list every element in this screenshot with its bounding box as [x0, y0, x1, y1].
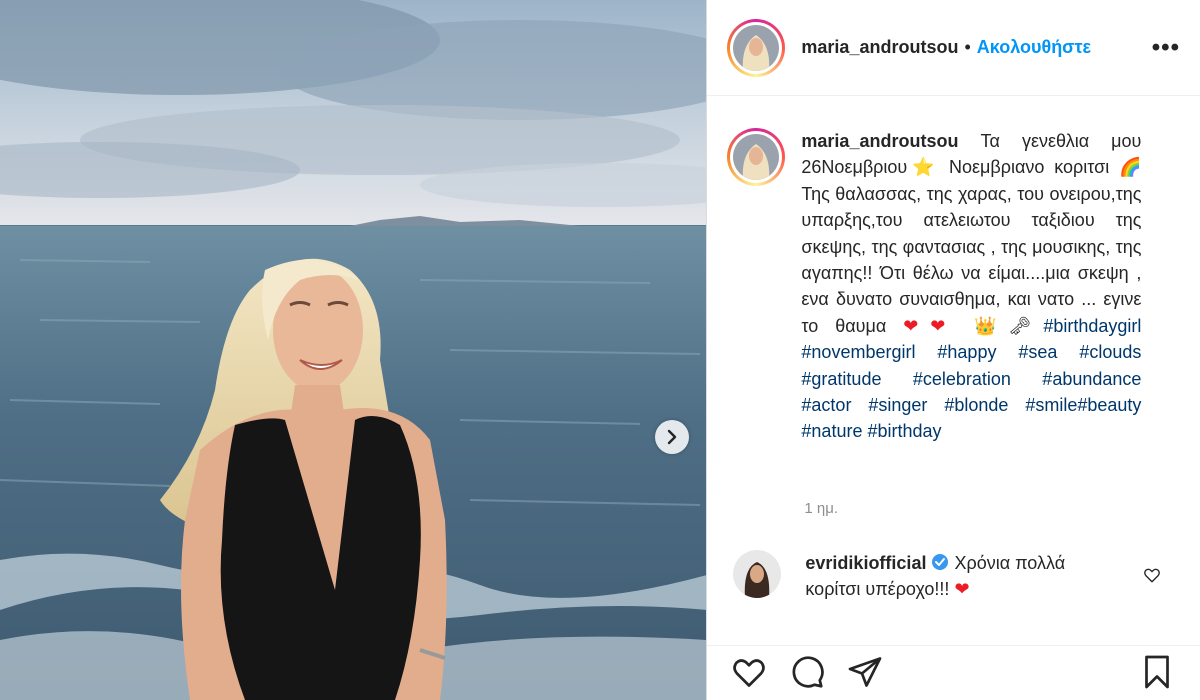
post-header: maria_androutsou • Ακολουθήστε •••: [707, 0, 1200, 96]
caption-text: maria_androutsou Τα γενεθλια μου 26Νοεμβ…: [801, 128, 1141, 445]
chevron-right-icon: [667, 429, 677, 445]
caption-line-2: Νοεμβριανο κοριτσι: [949, 157, 1110, 178]
beach-photo-illustration: [0, 0, 707, 700]
key-emoji: 🗝: [1008, 315, 1044, 336]
instagram-post: maria_androutsou • Ακολουθήστε ••• maria…: [0, 0, 1200, 700]
heart-outline-icon[interactable]: [731, 654, 767, 690]
caption-line-3: Της θαλασσας, της χαρας, του ονειρου,της…: [801, 183, 1142, 336]
comment-item: evridikiofficial Χρόνια πολλά κορίτσι υπ…: [733, 550, 1173, 602]
caption-avatar-story-ring[interactable]: [727, 128, 786, 186]
post-caption: maria_androutsou Τα γενεθλια μου 26Νοεμβ…: [727, 128, 1187, 445]
post-actions-bar: [707, 645, 1200, 700]
caption-username[interactable]: maria_androutsou: [801, 131, 958, 151]
post-photo[interactable]: [0, 0, 707, 700]
rainbow-emoji: 🌈: [1118, 157, 1142, 178]
heart-outline-icon[interactable]: [1143, 566, 1161, 584]
follow-button[interactable]: Ακολουθήστε: [977, 37, 1091, 58]
header-avatar-story-ring[interactable]: [727, 18, 786, 77]
comment-username[interactable]: evridikiofficial: [805, 553, 926, 573]
speech-bubble-icon[interactable]: [789, 654, 825, 690]
heart-emojis: ❤❤: [903, 315, 958, 336]
star-emoji: ⭐: [907, 157, 940, 178]
crown-emoji: 👑: [974, 315, 1009, 336]
post-side-panel: maria_androutsou • Ακολουθήστε ••• maria…: [706, 0, 1200, 700]
more-options-icon[interactable]: •••: [1152, 34, 1180, 62]
verified-badge-icon: [932, 554, 949, 570]
heart-emoji: ❤: [954, 579, 970, 599]
avatar: [733, 24, 780, 71]
next-photo-button[interactable]: [655, 420, 689, 454]
commenter-avatar[interactable]: [733, 550, 782, 598]
paper-plane-icon[interactable]: [847, 654, 883, 690]
header-username[interactable]: maria_androutsou: [801, 37, 958, 58]
comment-text: evridikiofficial Χρόνια πολλά κορίτσι υπ…: [805, 550, 1075, 602]
post-timestamp[interactable]: 1 ημ.: [804, 500, 838, 517]
avatar: [733, 134, 780, 180]
bookmark-icon[interactable]: [1139, 654, 1175, 690]
separator-dot: •: [964, 37, 971, 57]
